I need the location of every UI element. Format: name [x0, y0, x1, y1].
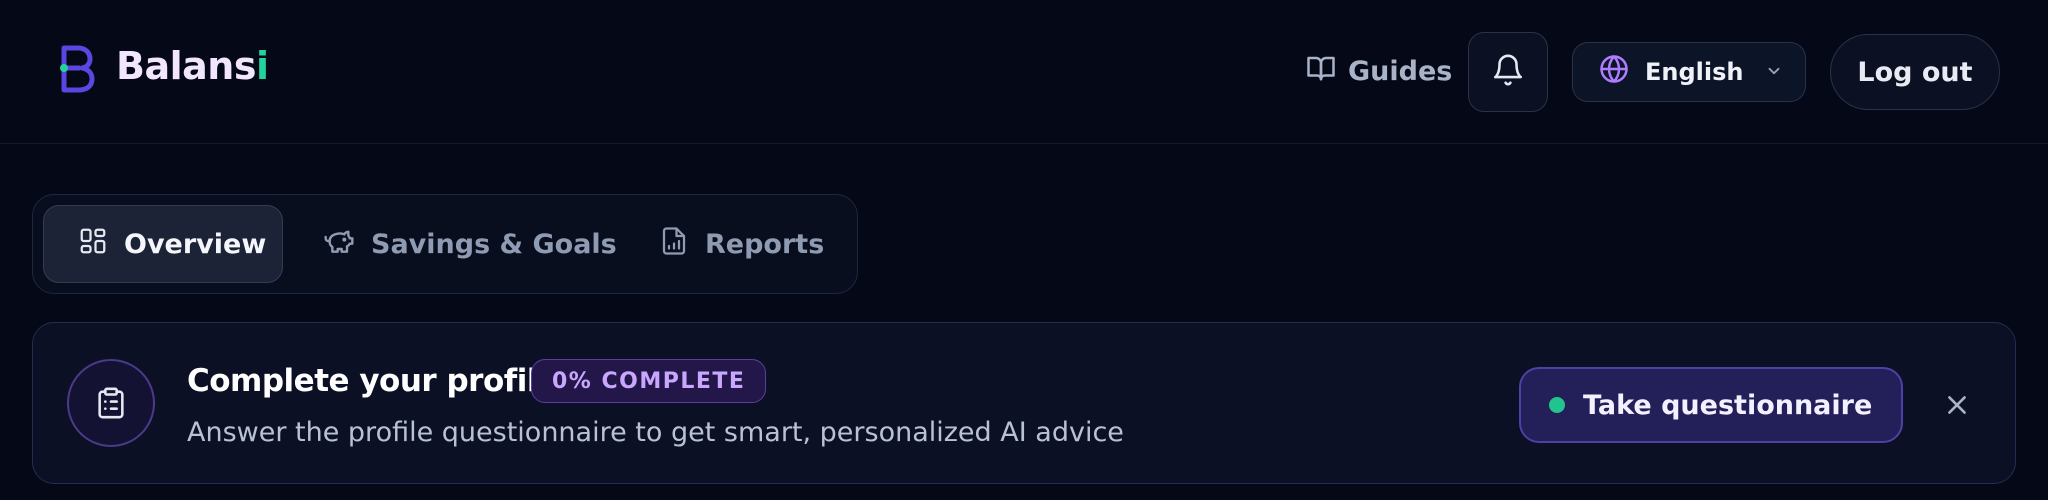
bell-icon: [1491, 52, 1525, 92]
globe-icon: [1599, 54, 1629, 90]
brand-logo-icon[interactable]: [56, 42, 96, 94]
guides-link[interactable]: Guides: [1306, 46, 1452, 96]
clipboard-list-icon: [67, 359, 155, 447]
language-select[interactable]: English: [1572, 42, 1806, 102]
language-value: English: [1645, 58, 1744, 86]
tab-overview-label: Overview: [124, 228, 267, 260]
status-dot-icon: [1549, 397, 1565, 413]
take-questionnaire-label: Take questionnaire: [1583, 389, 1873, 421]
tab-savings-goals[interactable]: Savings & Goals: [323, 205, 623, 283]
tab-overview[interactable]: Overview: [43, 205, 283, 283]
brand-name[interactable]: Balansi: [116, 40, 269, 92]
take-questionnaire-button[interactable]: Take questionnaire: [1519, 367, 1903, 443]
profile-completion-banner: Complete your profile 0% COMPLETE Answer…: [32, 322, 2016, 484]
guides-label: Guides: [1348, 55, 1453, 87]
banner-title: Complete your profile: [187, 363, 558, 399]
logout-button[interactable]: Log out: [1830, 34, 2000, 110]
main-tabs: Overview Savings & Goals Reports: [32, 194, 858, 294]
logout-label: Log out: [1857, 56, 1973, 88]
completion-badge: 0% COMPLETE: [531, 359, 767, 403]
brand-name-accent: i: [255, 44, 269, 88]
notifications-button[interactable]: [1468, 32, 1548, 112]
banner-subtitle: Answer the profile questionnaire to get …: [187, 417, 1124, 448]
chevron-down-icon: [1765, 58, 1783, 86]
tab-reports[interactable]: Reports: [659, 205, 849, 283]
dashboard-grid-icon: [78, 226, 108, 263]
piggy-bank-icon: [323, 225, 355, 264]
close-icon[interactable]: [1937, 385, 1977, 425]
book-open-icon: [1306, 53, 1336, 90]
tab-savings-goals-label: Savings & Goals: [371, 228, 617, 260]
report-file-icon: [659, 225, 689, 264]
tab-reports-label: Reports: [705, 228, 825, 260]
brand-name-main: Balans: [116, 44, 256, 88]
top-header: Balansi Guides English Log out: [0, 0, 2048, 144]
